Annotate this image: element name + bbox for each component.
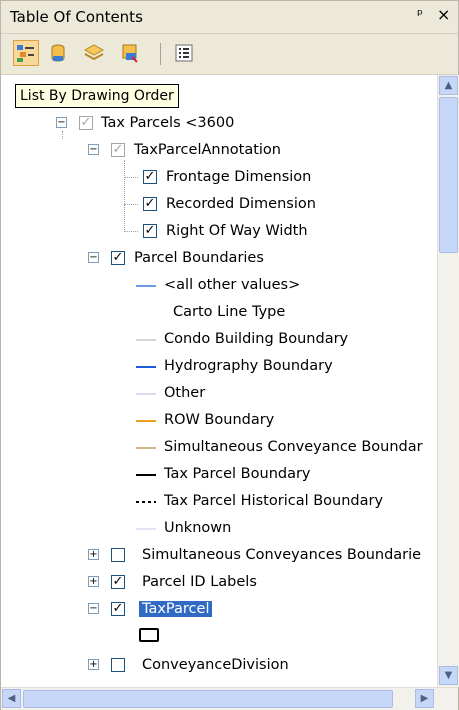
legend-swatch	[136, 501, 156, 503]
checkbox-recorded[interactable]: ✓	[143, 197, 157, 211]
selection-icon	[122, 44, 138, 63]
legend-label: ROW Boundary	[164, 412, 275, 428]
expand-icon[interactable]: +	[88, 576, 99, 587]
legend-label: Tax Parcel Historical Boundary	[164, 493, 384, 509]
tree-row-parcel-boundaries[interactable]: − ✓ Parcel Boundaries	[1, 246, 437, 270]
checkbox-taxparcel[interactable]: ✓	[111, 602, 125, 616]
layer-label: Simultaneous Conveyances Boundarie	[142, 547, 422, 563]
tree-row-conveyance-division[interactable]: + ConveyanceDivision	[1, 653, 437, 677]
options-button[interactable]	[171, 40, 197, 66]
legend-swatch	[136, 285, 156, 287]
group-label: TaxParcelAnnotation	[134, 142, 281, 158]
checkbox-parcel-id-labels[interactable]: ✓	[111, 575, 125, 589]
scroll-down-icon[interactable]: ▼	[439, 666, 458, 685]
legend-swatch	[136, 447, 156, 449]
toc-tree: − ✓ Tax Parcels <3600 − ✓ TaxParcelAnnot…	[1, 75, 437, 687]
horizontal-scrollbar[interactable]: ◀ ▶	[1, 687, 458, 710]
legend-label: Other	[164, 385, 206, 401]
class-label: Frontage Dimension	[166, 169, 312, 185]
legend-swatch	[136, 474, 156, 476]
list-by-selection-button[interactable]	[117, 40, 143, 66]
toolbar	[1, 34, 458, 75]
tree-row-recorded[interactable]: ✓ Recorded Dimension	[1, 192, 437, 216]
close-icon[interactable]: ×	[437, 5, 450, 24]
checkbox-frontage[interactable]: ✓	[143, 170, 157, 184]
legend-label: <all other values>	[164, 277, 301, 293]
list-by-drawing-order-button[interactable]	[13, 40, 39, 66]
tooltip: List By Drawing Order	[15, 84, 179, 108]
checkbox-simultaneous[interactable]	[111, 548, 125, 562]
tree-row-simultaneous-conveyances[interactable]: + Simultaneous Conveyances Boundarie	[1, 543, 437, 567]
scroll-left-icon[interactable]: ◀	[2, 689, 21, 708]
checkbox-tax-parcels[interactable]: ✓	[79, 116, 93, 130]
tree-row-tax-parcels[interactable]: − ✓ Tax Parcels <3600	[1, 111, 437, 135]
legend-row[interactable]: Tax Parcel Boundary	[1, 462, 437, 486]
polygon-symbol[interactable]	[139, 628, 159, 642]
expand-icon[interactable]: +	[88, 659, 99, 670]
layer-label: Parcel ID Labels	[142, 574, 257, 590]
class-label: Right Of Way Width	[166, 223, 308, 239]
taxparcel-symbol-row[interactable]	[1, 624, 437, 648]
legend-label: Hydrography Boundary	[164, 358, 333, 374]
scroll-up-icon[interactable]: ▲	[439, 76, 458, 95]
window-title: Table Of Contents	[10, 8, 143, 26]
legend-label: Condo Building Boundary	[164, 331, 349, 347]
layer-label-selected: TaxParcel	[139, 601, 213, 617]
legend-swatch	[136, 339, 156, 341]
list-drawing-order-icon	[17, 45, 34, 62]
checkbox-conveyance-division[interactable]	[111, 658, 125, 672]
legend-row[interactable]: Unknown	[1, 516, 437, 540]
class-label: Recorded Dimension	[166, 196, 316, 212]
legend-heading-carto: Carto Line Type	[1, 300, 437, 324]
scroll-thumb-horizontal[interactable]	[23, 690, 393, 708]
legend-swatch	[136, 393, 156, 395]
legend-row[interactable]: ROW Boundary	[1, 408, 437, 432]
table-of-contents-window: Table Of Contents ᵖ × List By Drawing Or…	[0, 0, 459, 710]
list-by-visibility-button[interactable]	[81, 40, 107, 66]
scroll-thumb[interactable]	[439, 97, 458, 253]
vertical-scrollbar[interactable]: ▲ ▼	[437, 75, 459, 687]
legend-label: Simultaneous Conveyance Boundar	[164, 439, 423, 455]
checkbox-right-of-way[interactable]: ✓	[143, 224, 157, 238]
tree-row-annotation[interactable]: − ✓ TaxParcelAnnotation	[1, 138, 437, 162]
legend-swatch	[136, 366, 156, 368]
tree-row-parcel-id-labels[interactable]: + ✓ Parcel ID Labels	[1, 570, 437, 594]
group-label: Tax Parcels <3600	[101, 115, 235, 131]
checkbox-parcel-boundaries[interactable]: ✓	[111, 251, 125, 265]
toolbar-separator	[160, 43, 161, 65]
expand-icon[interactable]: +	[88, 549, 99, 560]
legend-row[interactable]: Tax Parcel Historical Boundary	[1, 489, 437, 513]
legend-row-all-other-values[interactable]: <all other values>	[1, 273, 437, 297]
legend-label: Unknown	[164, 520, 232, 536]
options-icon	[175, 44, 193, 62]
layer-label: Parcel Boundaries	[134, 250, 264, 266]
layers-icon	[83, 44, 105, 61]
tree-row-right-of-way[interactable]: ✓ Right Of Way Width	[1, 219, 437, 243]
legend-row[interactable]: Condo Building Boundary	[1, 327, 437, 351]
layer-label: ConveyanceDivision	[142, 657, 289, 673]
legend-heading: Carto Line Type	[173, 304, 286, 320]
legend-label: Tax Parcel Boundary	[164, 466, 311, 482]
list-by-source-button[interactable]	[45, 40, 71, 66]
scroll-right-icon[interactable]: ▶	[415, 689, 434, 708]
legend-row[interactable]: Other	[1, 381, 437, 405]
collapse-icon[interactable]: −	[88, 252, 99, 263]
legend-row[interactable]: Hydrography Boundary	[1, 354, 437, 378]
collapse-icon[interactable]: −	[56, 117, 67, 128]
legend-swatch	[136, 420, 156, 422]
checkbox-annotation[interactable]: ✓	[111, 143, 125, 157]
title-bar: Table Of Contents ᵖ ×	[1, 1, 458, 34]
database-icon	[51, 44, 65, 62]
collapse-icon[interactable]: −	[88, 144, 99, 155]
pin-icon[interactable]: ᵖ	[417, 7, 423, 23]
collapse-icon[interactable]: −	[88, 603, 99, 614]
legend-row[interactable]: Simultaneous Conveyance Boundar	[1, 435, 437, 459]
tree-row-frontage[interactable]: ✓ Frontage Dimension	[1, 165, 437, 189]
tree-row-taxparcel[interactable]: − ✓ TaxParcel	[1, 597, 437, 621]
legend-swatch	[136, 528, 156, 530]
